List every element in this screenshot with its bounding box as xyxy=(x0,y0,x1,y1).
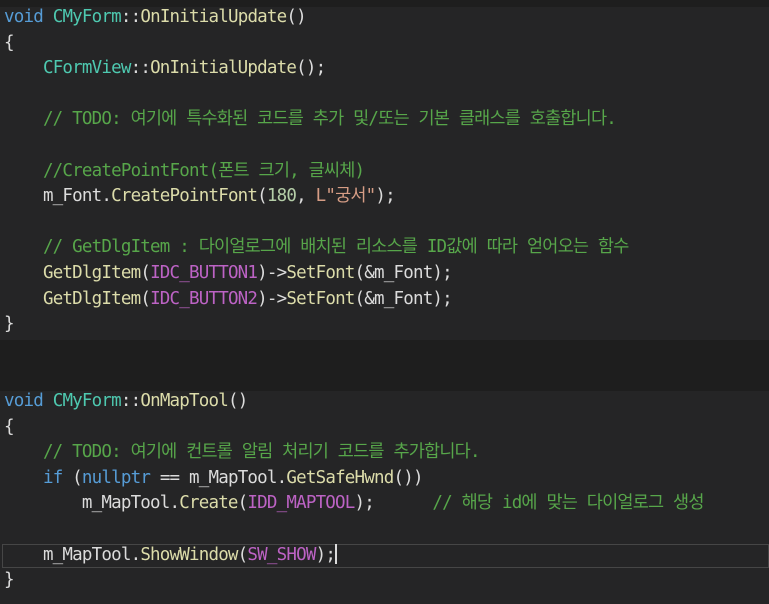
code-token: ( xyxy=(140,263,151,283)
code-token: (&m_Font); xyxy=(354,263,453,283)
code-token: :: xyxy=(120,7,141,27)
code-token: GetDlgItem xyxy=(42,288,141,309)
code-line[interactable]: { xyxy=(4,415,15,441)
code-token: () xyxy=(227,391,248,411)
code-token: 180 xyxy=(266,186,297,207)
code-token: (&m_Font); xyxy=(354,288,453,309)
code-token: ShowWindow xyxy=(140,544,238,565)
code-line[interactable]: m_Font.CreatePointFont(180, L"궁서"); xyxy=(4,184,396,210)
code-line[interactable]: // TODO: 여기에 컨트롤 알림 처리기 코드를 추가합니다. xyxy=(4,440,481,466)
code-token: } xyxy=(4,314,15,335)
code-token: if xyxy=(42,467,63,488)
code-token: IDC_BUTTON2 xyxy=(150,288,258,309)
code-token: CMyForm xyxy=(52,7,122,27)
code-token: SW_SHOW xyxy=(247,544,316,565)
code-line[interactable]: void CMyForm::OnInitialUpdate() xyxy=(4,5,307,31)
code-line[interactable]: // TODO: 여기에 특수화된 코드를 추가 및/또는 기본 클래스를 호출… xyxy=(4,107,617,133)
code-token: CreatePointFont xyxy=(111,186,258,207)
code-editor[interactable]: void CMyForm::OnInitialUpdate(){ CFormVi… xyxy=(0,0,769,604)
text-caret xyxy=(335,543,338,564)
code-line[interactable]: GetDlgItem(IDC_BUTTON2)->SetFont(&m_Font… xyxy=(4,287,453,313)
code-token: IDD_MAPTOOL xyxy=(247,493,355,514)
code-token: ); xyxy=(375,186,395,207)
code-token: ( xyxy=(237,493,249,514)
code-token: ( xyxy=(257,186,268,207)
code-token: // TODO: 여기에 컨트롤 알림 처리기 코드를 추가합니다. xyxy=(4,442,481,463)
code-token: ( xyxy=(237,544,249,565)
code-token: { xyxy=(4,32,15,53)
code-token: SetFont xyxy=(286,288,355,309)
code-token: m_MapTool. xyxy=(4,544,141,565)
code-token: ); xyxy=(354,493,433,514)
code-token: Create xyxy=(179,493,238,514)
code-token: ); xyxy=(315,544,336,565)
code-token: ()) xyxy=(393,467,424,488)
code-line[interactable]: m_MapTool.ShowWindow(SW_SHOW); xyxy=(4,543,338,569)
code-token: void xyxy=(4,391,44,411)
code-token: } xyxy=(4,570,15,591)
code-token: // 해당 id에 맞는 다이얼로그 생성 xyxy=(432,493,704,514)
code-token: :: xyxy=(120,391,141,411)
code-token: OnInitialUpdate xyxy=(150,58,297,79)
code-token: { xyxy=(4,416,15,437)
code-token: CMyForm xyxy=(52,391,122,411)
code-token: L"궁서" xyxy=(315,186,377,207)
code-token: GetDlgItem xyxy=(42,263,141,283)
code-token: , xyxy=(296,186,316,207)
code-token: // GetDlgItem : 다이얼로그에 배치된 리소스를 ID값에 따라 … xyxy=(4,237,629,258)
code-line[interactable]: m_MapTool.Create(IDD_MAPTOOL); // 해당 id에… xyxy=(4,491,705,517)
code-token: )-> xyxy=(257,288,287,309)
code-token: m_Font. xyxy=(4,186,112,207)
code-token: ( xyxy=(62,467,83,488)
code-line[interactable]: CFormView::OnInitialUpdate(); xyxy=(4,56,326,82)
code-token: nullptr xyxy=(81,467,151,488)
code-token: SetFont xyxy=(286,263,355,283)
code-line[interactable]: void CMyForm::OnMapTool() xyxy=(4,389,248,415)
code-token: )-> xyxy=(257,263,287,283)
code-token: // TODO: 여기에 특수화된 코드를 추가 및/또는 기본 클래스를 호출… xyxy=(4,109,617,130)
code-token: //CreatePointFont(폰트 크기, 글씨체) xyxy=(4,160,365,181)
code-token: (); xyxy=(296,58,326,79)
code-token: void xyxy=(4,7,44,27)
code-line[interactable]: GetDlgItem(IDC_BUTTON1)->SetFont(&m_Font… xyxy=(4,261,453,287)
code-token: m_MapTool. xyxy=(4,493,180,514)
code-token: OnMapTool xyxy=(140,391,228,411)
code-token: OnInitialUpdate xyxy=(140,7,287,27)
code-token: IDC_BUTTON1 xyxy=(150,263,258,283)
code-token: == m_MapTool. xyxy=(150,467,287,488)
code-token: () xyxy=(286,7,306,27)
code-line[interactable]: } xyxy=(4,312,15,338)
code-token: GetSafeHwnd xyxy=(286,467,394,488)
code-line[interactable]: // GetDlgItem : 다이얼로그에 배치된 리소스를 ID값에 따라 … xyxy=(4,235,629,261)
code-token: :: xyxy=(130,58,151,79)
code-token: ( xyxy=(140,288,151,309)
code-line[interactable]: { xyxy=(4,31,15,57)
code-token: CFormView xyxy=(42,58,131,79)
code-line[interactable]: } xyxy=(4,568,15,594)
code-line[interactable]: //CreatePointFont(폰트 크기, 글씨체) xyxy=(4,159,365,185)
code-line[interactable]: if (nullptr == m_MapTool.GetSafeHwnd()) xyxy=(4,466,424,492)
